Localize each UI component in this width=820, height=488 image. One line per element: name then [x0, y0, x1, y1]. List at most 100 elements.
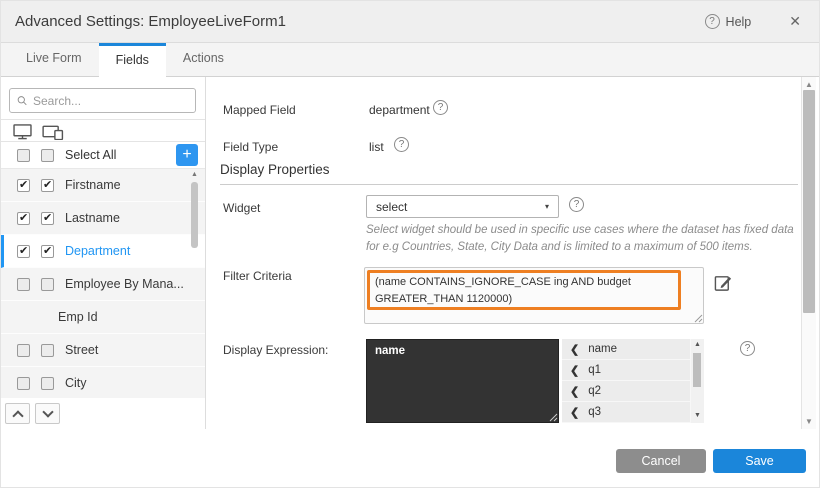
display-expression-editor[interactable]: name: [366, 339, 559, 423]
tab-live-form[interactable]: Live Form: [9, 43, 99, 77]
option-q2[interactable]: ❮ q2: [562, 381, 690, 401]
scroll-up-icon[interactable]: ▲: [802, 80, 816, 89]
list-item-department[interactable]: Department: [1, 235, 205, 268]
field-checkbox-mobile[interactable]: [41, 344, 54, 357]
display-expression-help-icon[interactable]: ?: [740, 341, 755, 356]
field-checkbox-mobile[interactable]: [41, 278, 54, 291]
tab-actions[interactable]: Actions: [166, 43, 241, 77]
chevron-left-icon: ❮: [570, 343, 579, 356]
advanced-settings-dialog: Advanced Settings: EmployeeLiveForm1 ? H…: [0, 0, 820, 488]
fields-sidebar: Select All + Firstname Lastname Depa: [1, 77, 206, 431]
field-checkbox-desktop[interactable]: [17, 377, 30, 390]
cancel-button[interactable]: Cancel: [616, 449, 706, 473]
dialog-footer: Cancel Save: [1, 429, 819, 487]
scroll-up-icon[interactable]: ▲: [190, 171, 199, 178]
option-q1[interactable]: ❮ q1: [562, 360, 690, 380]
desktop-icon[interactable]: [13, 124, 32, 140]
close-icon[interactable]: ✕: [785, 11, 805, 32]
list-item-emp-id[interactable]: Emp Id: [1, 301, 205, 334]
field-checkbox-mobile[interactable]: [41, 245, 54, 258]
device-toggle-row: [13, 124, 64, 140]
dialog-content: Select All + Firstname Lastname Depa: [1, 77, 820, 431]
field-label: Street: [65, 343, 98, 357]
mapped-field-help-icon[interactable]: ?: [433, 100, 448, 115]
option-name[interactable]: ❮ name: [562, 339, 690, 359]
option-label: name: [588, 343, 617, 355]
scrollbar-thumb[interactable]: [693, 353, 701, 387]
select-all-row: Select All +: [1, 142, 205, 169]
dropdown-caret-icon: ▾: [545, 202, 549, 211]
select-all-checkbox-desktop[interactable]: [17, 149, 30, 162]
list-item-firstname[interactable]: Firstname: [1, 169, 205, 202]
dialog-title: Advanced Settings: EmployeeLiveForm1: [15, 13, 286, 30]
dialog-titlebar: Advanced Settings: EmployeeLiveForm1 ? H…: [1, 1, 819, 43]
options-scrollbar[interactable]: ▲ ▼: [691, 339, 704, 423]
field-label: City: [65, 376, 87, 390]
field-checkbox-mobile[interactable]: [41, 179, 54, 192]
move-down-button[interactable]: [35, 403, 60, 424]
display-expression-label: Display Expression:: [223, 343, 328, 357]
filter-criteria-textarea[interactable]: (name CONTAINS_IGNORE_CASE ing AND budge…: [364, 267, 704, 324]
list-item-employee-by-manager[interactable]: Employee By Mana...: [1, 268, 205, 301]
scroll-down-icon[interactable]: ▼: [691, 412, 704, 419]
widget-help-icon[interactable]: ?: [569, 197, 584, 212]
option-label: q1: [588, 364, 601, 376]
scrollbar-thumb[interactable]: [191, 182, 198, 248]
field-checkbox-desktop[interactable]: [17, 179, 30, 192]
search-input[interactable]: [33, 94, 188, 108]
chevron-down-icon: [42, 406, 53, 417]
scroll-up-icon[interactable]: ▲: [691, 341, 704, 348]
edit-filter-icon[interactable]: [713, 273, 733, 293]
field-label: Firstname: [65, 178, 121, 192]
search-icon: [17, 94, 27, 107]
mapped-field-value: department: [369, 103, 430, 117]
field-checkbox-desktop[interactable]: [17, 245, 30, 258]
field-type-value: list: [369, 140, 384, 154]
field-label: Department: [65, 244, 130, 258]
save-button[interactable]: Save: [713, 449, 806, 473]
chevron-up-icon: [12, 410, 23, 421]
field-properties-panel: Mapped Field department ? Field Type lis…: [206, 77, 801, 431]
list-item-street[interactable]: Street: [1, 334, 205, 367]
tab-bar: Live Form Fields Actions: [1, 43, 819, 77]
list-item-city[interactable]: City: [1, 367, 205, 398]
option-label: q2: [588, 385, 601, 397]
filter-criteria-label: Filter Criteria: [223, 269, 292, 283]
select-all-label: Select All: [65, 148, 116, 162]
help-label: Help: [726, 15, 752, 29]
field-checkbox-mobile[interactable]: [41, 212, 54, 225]
resize-handle-icon[interactable]: [549, 413, 558, 422]
mobile-tablet-icon[interactable]: [42, 124, 64, 140]
content-scrollbar[interactable]: ▲ ▼: [801, 77, 816, 431]
field-label: Emp Id: [58, 310, 98, 324]
widget-select[interactable]: select ▾: [366, 195, 559, 218]
sidebar-scrollbar[interactable]: ▲ ▼: [190, 171, 199, 470]
tab-fields[interactable]: Fields: [99, 43, 166, 78]
help-button[interactable]: ? Help: [705, 14, 752, 29]
chevron-left-icon: ❮: [570, 364, 579, 377]
field-checkbox-mobile[interactable]: [41, 377, 54, 390]
field-checkbox-desktop[interactable]: [17, 278, 30, 291]
chevron-left-icon: ❮: [570, 406, 579, 419]
widget-help-text: Select widget should be used in specific…: [366, 222, 808, 255]
field-type-help-icon[interactable]: ?: [394, 137, 409, 152]
select-all-checkbox-mobile[interactable]: [41, 149, 54, 162]
divider: [1, 119, 205, 120]
scroll-down-icon[interactable]: ▼: [802, 417, 816, 426]
field-label: Employee By Mana...: [65, 277, 184, 291]
list-item-lastname[interactable]: Lastname: [1, 202, 205, 235]
widget-label: Widget: [223, 201, 260, 215]
option-q3[interactable]: ❮ q3: [562, 402, 690, 422]
field-checkbox-desktop[interactable]: [17, 344, 30, 357]
field-checkbox-desktop[interactable]: [17, 212, 30, 225]
field-type-label: Field Type: [223, 140, 278, 154]
field-reorder-controls: [5, 403, 60, 424]
chevron-left-icon: ❮: [570, 385, 579, 398]
help-circle-icon: ?: [705, 14, 720, 29]
move-up-button[interactable]: [5, 403, 30, 424]
add-field-button[interactable]: +: [176, 144, 198, 166]
scrollbar-thumb[interactable]: [803, 90, 815, 313]
field-list: Firstname Lastname Department Employee B…: [1, 169, 205, 398]
expression-options-list: ❮ name ❮ q1 ❮ q2 ❮ q3 ▲ ▼: [562, 339, 704, 423]
search-box: [9, 88, 196, 113]
